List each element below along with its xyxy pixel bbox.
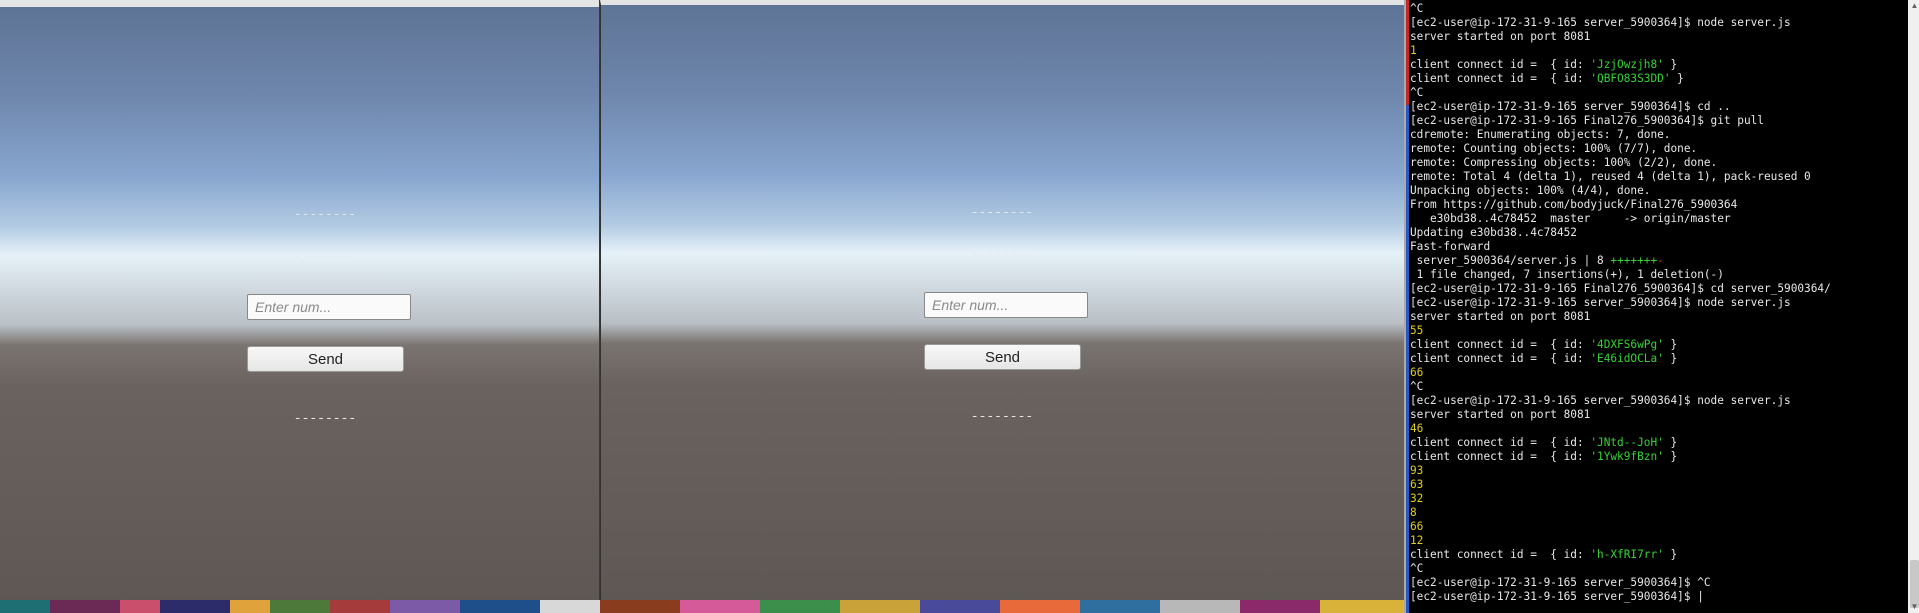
- scroll-down-icon[interactable]: ▼: [1908, 601, 1919, 613]
- terminal-line: remote: Total 4 (delta 1), reused 4 (del…: [1410, 170, 1811, 183]
- terminal-line: client connect id = { id: '1Ywk9fBzn' }: [1410, 450, 1678, 463]
- terminal-line: server started on port 8081: [1410, 408, 1591, 421]
- result-text-bottom: --------: [293, 411, 357, 426]
- terminal-line: remote: Counting objects: 100% (7/7), do…: [1410, 142, 1698, 155]
- terminal-line: client connect id = { id: 'h-XfRI7rr' }: [1410, 548, 1678, 561]
- result-text-bottom: --------: [970, 409, 1034, 424]
- terminal-line: server started on port 8081: [1410, 30, 1591, 43]
- terminal-line: 93: [1410, 464, 1424, 477]
- terminal-line: [ec2-user@ip-172-31-9-165 server_5900364…: [1410, 576, 1711, 589]
- terminal-window[interactable]: ^C [ec2-user@ip-172-31-9-165 server_59003…: [1404, 0, 1919, 613]
- terminal-line: 66: [1410, 520, 1424, 533]
- game-view-right: -------- -------- Send --------: [600, 0, 1404, 600]
- terminal-line: cdremote: Enumerating objects: 7, done.: [1410, 128, 1671, 141]
- send-button[interactable]: Send: [247, 346, 404, 372]
- terminal-line: 66: [1410, 366, 1424, 379]
- result-text-top: --------: [293, 207, 357, 222]
- terminal-line: 55: [1410, 324, 1424, 337]
- num-input[interactable]: [924, 292, 1088, 318]
- terminal-line: 63: [1410, 478, 1424, 491]
- terminal-line: From https://github.com/bodyjuck/Final27…: [1410, 198, 1738, 211]
- game-view-left: -------- -------- Send --------: [0, 0, 599, 600]
- terminal-line: [ec2-user@ip-172-31-9-165 server_5900364…: [1410, 100, 1731, 113]
- terminal-line: 46: [1410, 422, 1424, 435]
- terminal-output: ^C [ec2-user@ip-172-31-9-165 server_59003…: [1410, 2, 1907, 604]
- terminal-line: server started on port 8081: [1410, 310, 1591, 323]
- send-button[interactable]: Send: [924, 344, 1081, 370]
- terminal-scrollbar[interactable]: ▲ ▼: [1908, 0, 1919, 613]
- terminal-line: remote: Compressing objects: 100% (2/2),…: [1410, 156, 1718, 169]
- result-text-middle: --------: [970, 247, 1034, 262]
- terminal-line: client connect id = { id: 'JzjOwzjh8' }: [1410, 58, 1678, 71]
- terminal-line: Fast-forward: [1410, 240, 1491, 253]
- result-text-top: --------: [970, 205, 1034, 220]
- terminal-line: e30bd38..4c78452 master -> origin/master: [1410, 212, 1731, 225]
- terminal-line: ^C: [1410, 86, 1424, 99]
- terminal-line: client connect id = { id: 'JNtd--JoH' }: [1410, 436, 1678, 449]
- terminal-line: [ec2-user@ip-172-31-9-165 server_5900364…: [1410, 394, 1791, 407]
- terminal-line: client connect id = { id: 'E46idOCLa' }: [1410, 352, 1678, 365]
- terminal-line: [ec2-user@ip-172-31-9-165 Final276_59003…: [1410, 282, 1831, 295]
- terminal-line: Updating e30bd38..4c78452: [1410, 226, 1577, 239]
- terminal-line: client connect id = { id: 'QBFO83S3DD' }: [1410, 72, 1684, 85]
- terminal-line: Unpacking objects: 100% (4/4), done.: [1410, 184, 1651, 197]
- terminal-line: 1: [1410, 44, 1417, 57]
- terminal-line: ^C: [1410, 2, 1424, 15]
- terminal-line: [ec2-user@ip-172-31-9-165 Final276_59003…: [1410, 114, 1764, 127]
- terminal-line: 1 file changed, 7 insertions(+), 1 delet…: [1410, 268, 1724, 281]
- terminal-line: client connect id = { id: '4DXFS6wPg' }: [1410, 338, 1678, 351]
- terminal-line: [ec2-user@ip-172-31-9-165 server_5900364…: [1410, 590, 1704, 603]
- terminal-line: 8: [1410, 506, 1417, 519]
- terminal-line: 12: [1410, 534, 1424, 547]
- terminal-line: ^C: [1410, 562, 1424, 575]
- scroll-up-icon[interactable]: ▲: [1908, 0, 1919, 12]
- desktop-wallpaper-strip: [0, 600, 1404, 613]
- terminal-line: ^C: [1410, 380, 1424, 393]
- num-input[interactable]: [247, 294, 411, 320]
- terminal-line: 32: [1410, 492, 1424, 505]
- result-text-middle: --------: [293, 249, 357, 264]
- terminal-line: [ec2-user@ip-172-31-9-165 server_5900364…: [1410, 16, 1791, 29]
- terminal-gutter-accent: [1406, 105, 1409, 613]
- terminal-line: server_5900364/server.js | 8 +++++++-: [1410, 254, 1664, 267]
- terminal-line: [ec2-user@ip-172-31-9-165 server_5900364…: [1410, 296, 1791, 309]
